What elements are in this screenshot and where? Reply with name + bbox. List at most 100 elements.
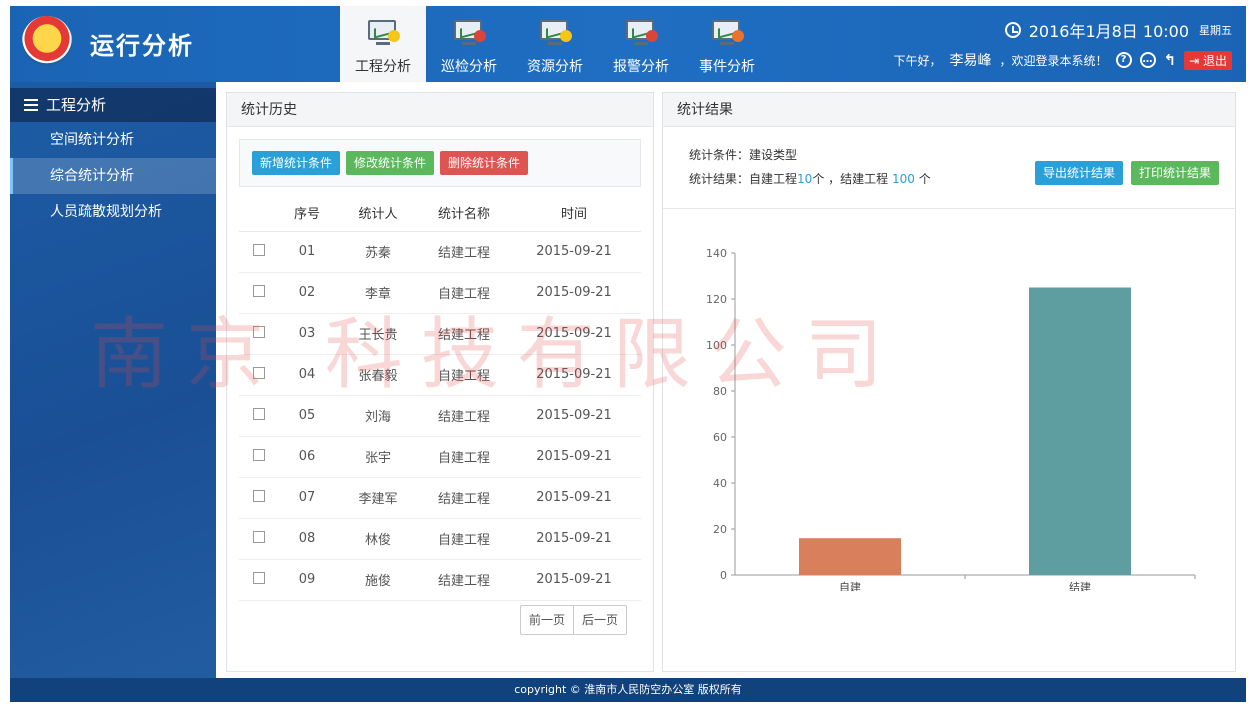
- y-tick-label: 0: [720, 569, 727, 582]
- status-badge-icon: [560, 30, 572, 42]
- nav-event-analysis[interactable]: 事件分析: [684, 6, 770, 82]
- bar-chart: 0 20 40 60 80 100 120 140 自建 结建: [706, 247, 1196, 591]
- row-number: 05: [279, 395, 335, 437]
- row-checkbox[interactable]: [253, 243, 265, 256]
- weekday: 星期五: [1199, 24, 1232, 37]
- app-title: 运行分析: [90, 32, 194, 60]
- table-row[interactable]: 04 张春毅 自建工程 2015-09-21: [239, 354, 641, 396]
- row-user: 王长贵: [335, 313, 421, 355]
- edit-condition-button[interactable]: 修改统计条件: [346, 151, 435, 175]
- column-header: 时间: [507, 195, 641, 232]
- table-row[interactable]: 08 林俊 自建工程 2015-09-21: [239, 518, 641, 560]
- y-tick-label: 120: [706, 293, 727, 306]
- table-row[interactable]: 02 李章 自建工程 2015-09-21: [239, 272, 641, 314]
- row-number: 09: [279, 559, 335, 601]
- sidebar-item-evacuation-planning[interactable]: 人员疏散规划分析: [10, 194, 216, 230]
- status-badge-icon: [388, 30, 400, 42]
- nav-alarm-analysis[interactable]: 报警分析: [598, 6, 684, 82]
- row-date: 2015-09-21: [507, 313, 641, 355]
- row-date: 2015-09-21: [507, 354, 641, 396]
- row-checkbox[interactable]: [253, 284, 265, 297]
- monitor-chart-icon: [622, 18, 660, 48]
- header-user-area: 2016年1月8日 10:00 星期五 下午好， 李易峰 ，欢迎登录本系统！ ? ……: [893, 18, 1232, 70]
- condition-value: 建设类型: [749, 148, 798, 162]
- add-condition-button[interactable]: 新增统计条件: [252, 151, 341, 175]
- row-date: 2015-09-21: [507, 518, 641, 560]
- sidebar: 工程分析 空间统计分析 综合统计分析 人员疏散规划分析: [10, 88, 216, 678]
- next-page-button[interactable]: 后一页: [572, 606, 626, 634]
- table-row[interactable]: 01 苏秦 结建工程 2015-09-21: [239, 231, 641, 273]
- row-user: 施俊: [335, 559, 421, 601]
- row-select-cell: [239, 518, 279, 560]
- column-header: 统计名称: [421, 195, 507, 232]
- greeting-line: 下午好， 李易峰 ，欢迎登录本系统！ ? … ↰ ⇥ 退出: [893, 50, 1232, 70]
- row-stat-name: 自建工程: [421, 436, 507, 478]
- select-column-header: [239, 195, 279, 232]
- history-panel-title: 统计历史: [227, 93, 653, 127]
- row-number: 02: [279, 272, 335, 314]
- nav-inspection-analysis[interactable]: 巡检分析: [426, 6, 512, 82]
- top-header: 运行分析 工程分析 巡检分析 资源分析 报警分析 事件分析 2016年1月8日 …: [10, 6, 1246, 82]
- history-table-body: 01 苏秦 结建工程 2015-09-21 02 李章 自建工程 2015-09-21 03 王长…: [239, 231, 641, 601]
- sidebar-item-spatial-stats[interactable]: 空间统计分析: [10, 122, 216, 158]
- status-badge-icon: [732, 30, 744, 42]
- sidebar-title[interactable]: 工程分析: [10, 88, 216, 122]
- table-row[interactable]: 06 张宇 自建工程 2015-09-21: [239, 436, 641, 478]
- row-user: 刘海: [335, 395, 421, 437]
- row-number: 06: [279, 436, 335, 478]
- condition-label: 统计条件：: [689, 148, 750, 162]
- logout-label: 退出: [1202, 53, 1227, 68]
- row-date: 2015-09-21: [507, 231, 641, 273]
- logout-button[interactable]: ⇥ 退出: [1184, 50, 1232, 70]
- delete-condition-button[interactable]: 删除统计条件: [440, 151, 529, 175]
- joint-built-count: 100: [892, 172, 915, 186]
- row-checkbox[interactable]: [253, 571, 265, 584]
- nav-label: 报警分析: [613, 59, 669, 75]
- sidebar-item-comprehensive-stats[interactable]: 综合统计分析: [10, 158, 216, 194]
- message-icon[interactable]: …: [1139, 52, 1156, 68]
- table-row[interactable]: 07 李建军 结建工程 2015-09-21: [239, 477, 641, 519]
- row-user: 李建军: [335, 477, 421, 519]
- bar-1: [1029, 287, 1131, 575]
- pager: 前一页 后一页: [519, 605, 627, 635]
- row-number: 03: [279, 313, 335, 355]
- row-checkbox[interactable]: [253, 407, 265, 420]
- help-icon[interactable]: ?: [1115, 52, 1132, 68]
- result-label: 统计结果：: [689, 172, 750, 186]
- export-result-button[interactable]: 导出统计结果: [1034, 161, 1123, 185]
- nav-engineering-analysis[interactable]: 工程分析: [340, 6, 426, 82]
- row-checkbox[interactable]: [253, 325, 265, 338]
- monitor-chart-icon: [536, 18, 574, 48]
- x-tick-label: 结建: [1069, 580, 1091, 591]
- row-user: 林俊: [335, 518, 421, 560]
- table-row[interactable]: 09 施俊 结建工程 2015-09-21: [239, 559, 641, 601]
- user-name: 李易峰: [949, 53, 992, 69]
- greeting-prefix: 下午好，: [893, 53, 942, 68]
- history-table: 序号 统计人 统计名称 时间 01 苏秦 结建工程 2015-09-21 02 李章 自建工…: [239, 195, 641, 601]
- y-tick-label: 100: [706, 339, 727, 352]
- back-icon[interactable]: ↰: [1164, 51, 1177, 69]
- print-result-button[interactable]: 打印统计结果: [1130, 161, 1219, 185]
- joint-built-label: 结建工程: [840, 172, 889, 186]
- table-row[interactable]: 03 王长贵 结建工程 2015-09-21: [239, 313, 641, 355]
- status-badge-icon: [646, 30, 658, 42]
- result-summary: 统计条件：建设类型 统计结果：自建工程10个 ，结建工程 100 个 导出统计结…: [663, 127, 1235, 209]
- row-checkbox[interactable]: [253, 530, 265, 543]
- nav-label: 巡检分析: [441, 59, 497, 75]
- nav-resource-analysis[interactable]: 资源分析: [512, 6, 598, 82]
- row-user: 李章: [335, 272, 421, 314]
- self-built-count: 10: [797, 172, 813, 186]
- table-header-row: 序号 统计人 统计名称 时间: [239, 195, 641, 232]
- row-checkbox[interactable]: [253, 489, 265, 502]
- table-row[interactable]: 05 刘海 结建工程 2015-09-21: [239, 395, 641, 437]
- result-panel: 统计结果 统计条件：建设类型 统计结果：自建工程10个 ，结建工程 100 个 …: [662, 92, 1236, 672]
- y-tick-label: 60: [713, 431, 727, 444]
- y-tick-label: 140: [706, 247, 727, 260]
- row-checkbox[interactable]: [253, 366, 265, 379]
- datetime: 2016年1月8日 10:00: [1028, 22, 1189, 41]
- history-panel: 统计历史 新增统计条件 修改统计条件 删除统计条件 序号 统计人 统计名称 时间…: [226, 92, 654, 672]
- prev-page-button[interactable]: 前一页: [521, 606, 573, 634]
- row-checkbox[interactable]: [253, 448, 265, 461]
- top-nav: 工程分析 巡检分析 资源分析 报警分析 事件分析: [340, 6, 770, 82]
- row-stat-name: 结建工程: [421, 559, 507, 601]
